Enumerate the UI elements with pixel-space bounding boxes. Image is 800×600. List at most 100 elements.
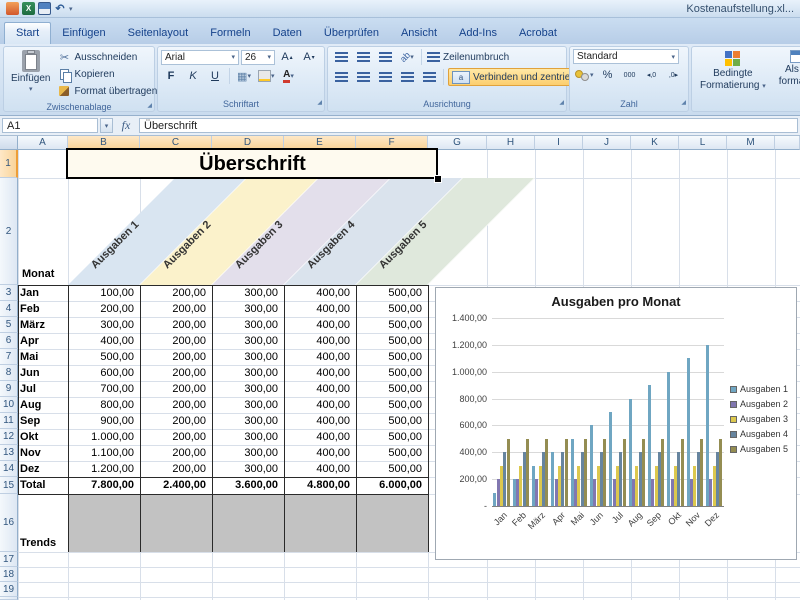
cell-value[interactable]: 300,00 [212, 381, 283, 397]
shrink-font-button[interactable]: A▾ [299, 49, 319, 65]
row-header-16[interactable]: 16 [0, 494, 18, 552]
row-header-1[interactable]: 1 [0, 150, 18, 178]
cell-value[interactable]: 200,00 [140, 397, 211, 413]
dialog-launcher-icon[interactable]: ◢ [681, 97, 686, 110]
cell-value[interactable]: 300,00 [212, 413, 283, 429]
cell-value[interactable]: 500,00 [356, 413, 427, 429]
column-header-partial[interactable] [775, 136, 800, 150]
cell-month-Mai[interactable]: Mai [20, 349, 66, 365]
cell-month-Feb[interactable]: Feb [20, 301, 66, 317]
cell-month-Jun[interactable]: Jun [20, 365, 66, 381]
cell-value[interactable]: 500,00 [356, 301, 427, 317]
legend-entry[interactable]: Ausgaben 4 [730, 429, 788, 439]
align-center-button[interactable] [353, 69, 373, 85]
column-header-K[interactable]: K [631, 136, 679, 150]
row-header-8[interactable]: 8 [0, 365, 18, 381]
cell-value[interactable]: 300,00 [212, 445, 283, 461]
column-header-L[interactable]: L [679, 136, 727, 150]
tab-add-ins[interactable]: Add-Ins [448, 23, 508, 44]
legend-entry[interactable]: Ausgaben 2 [730, 399, 788, 409]
cell-value[interactable]: 400,00 [284, 301, 355, 317]
row-header-7[interactable]: 7 [0, 349, 18, 365]
column-header-H[interactable]: H [487, 136, 535, 150]
fill-handle[interactable] [434, 175, 442, 183]
cell-value[interactable]: 500,00 [356, 461, 427, 477]
cell-value[interactable]: 400,00 [284, 285, 355, 301]
column-header-A[interactable]: A [18, 136, 68, 150]
decrease-indent-button[interactable] [397, 69, 417, 85]
tab-formeln[interactable]: Formeln [199, 23, 261, 44]
cell-value[interactable]: 700,00 [68, 381, 139, 397]
cell-value[interactable]: 300,00 [212, 285, 283, 301]
cell-value[interactable]: 600,00 [68, 365, 139, 381]
row-header-2[interactable]: 2 [0, 178, 18, 285]
cell-value[interactable]: 200,00 [140, 413, 211, 429]
cell-value[interactable]: 200,00 [140, 301, 211, 317]
align-top-button[interactable] [331, 49, 351, 65]
increase-indent-button[interactable] [419, 69, 439, 85]
select-all-corner[interactable] [0, 136, 18, 150]
cell-value[interactable]: 200,00 [140, 445, 211, 461]
cell-value[interactable]: 200,00 [140, 317, 211, 333]
number-format-combo[interactable]: Standard▾ [573, 49, 679, 64]
conditional-formatting-button[interactable]: Bedingte Formatierung ▾ [695, 49, 771, 93]
cell-value[interactable]: 500,00 [356, 285, 427, 301]
cell-value[interactable]: 300,00 [212, 365, 283, 381]
trends-cells[interactable] [68, 494, 428, 552]
cell-month-Aug[interactable]: Aug [20, 397, 66, 413]
cell-value[interactable]: 500,00 [356, 429, 427, 445]
cell-value[interactable]: 300,00 [212, 429, 283, 445]
row-header-11[interactable]: 11 [0, 413, 18, 429]
align-middle-button[interactable] [353, 49, 373, 65]
cell-value[interactable]: 300,00 [212, 301, 283, 317]
column-header-J[interactable]: J [583, 136, 631, 150]
cell-value[interactable]: 200,00 [68, 301, 139, 317]
decrease-decimal-button[interactable]: ,0▸ [664, 67, 684, 83]
cell-trends-label[interactable]: Trends [20, 535, 66, 551]
column-header-I[interactable]: I [535, 136, 583, 150]
cell-total-value[interactable]: 7.800,00 [68, 477, 139, 494]
cell-value[interactable]: 400,00 [284, 429, 355, 445]
align-left-button[interactable] [331, 69, 351, 85]
cell-value[interactable]: 400,00 [284, 317, 355, 333]
row-header-18[interactable]: 18 [0, 567, 18, 582]
cell-total-value[interactable]: 6.000,00 [356, 477, 427, 494]
cell-value[interactable]: 400,00 [284, 445, 355, 461]
cell-value[interactable]: 300,00 [212, 397, 283, 413]
paste-button[interactable]: Einfügen ▾ [7, 49, 54, 94]
tab-ansicht[interactable]: Ansicht [390, 23, 448, 44]
tab-überprüfen[interactable]: Überprüfen [313, 23, 390, 44]
row-header-3[interactable]: 3 [0, 285, 18, 301]
formula-input[interactable]: Überschrift [139, 118, 798, 133]
cell-value[interactable]: 300,00 [212, 461, 283, 477]
row-header-10[interactable]: 10 [0, 397, 18, 413]
row-header-15[interactable]: 15 [0, 477, 18, 494]
cell-month-Nov[interactable]: Nov [20, 445, 66, 461]
row-header-14[interactable]: 14 [0, 461, 18, 477]
cell-value[interactable]: 200,00 [140, 333, 211, 349]
save-icon[interactable] [38, 2, 51, 15]
office-button-icon[interactable] [6, 2, 19, 15]
cell-total-value[interactable]: 4.800,00 [284, 477, 355, 494]
tab-daten[interactable]: Daten [262, 23, 313, 44]
cell-value[interactable]: 500,00 [68, 349, 139, 365]
cell-month-Okt[interactable]: Okt [20, 429, 66, 445]
accounting-format-button[interactable]: ▾ [573, 67, 596, 83]
tab-seitenlayout[interactable]: Seitenlayout [117, 23, 200, 44]
increase-decimal-button[interactable]: ◂,0 [642, 67, 662, 83]
cell-value[interactable]: 900,00 [68, 413, 139, 429]
cell-value[interactable]: 300,00 [68, 317, 139, 333]
undo-icon[interactable]: ↶ [54, 2, 66, 15]
cell-value[interactable]: 200,00 [140, 461, 211, 477]
cell-value[interactable]: 500,00 [356, 349, 427, 365]
align-right-button[interactable] [375, 69, 395, 85]
cell-value[interactable]: 400,00 [284, 461, 355, 477]
monat-label[interactable]: Monat [22, 266, 66, 282]
cell-month-Jul[interactable]: Jul [20, 381, 66, 397]
cell-value[interactable]: 1.000,00 [68, 429, 139, 445]
fill-color-button[interactable]: ▾ [256, 68, 277, 84]
row-header-12[interactable]: 12 [0, 429, 18, 445]
cell-total-value[interactable]: 3.600,00 [212, 477, 283, 494]
dialog-launcher-icon[interactable]: ◢ [147, 100, 152, 113]
cell-value[interactable]: 300,00 [212, 317, 283, 333]
